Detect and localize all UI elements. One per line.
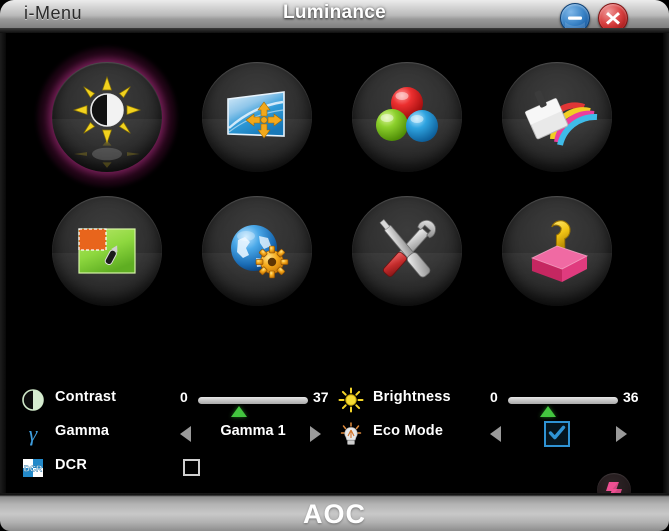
icon-disc — [52, 62, 162, 172]
contrast-label: Contrast — [55, 389, 117, 405]
menu-item-extra[interactable] — [191, 185, 323, 317]
menu-icon-grid — [6, 33, 663, 353]
icon-disc — [352, 62, 462, 172]
brightness-slider-track[interactable] — [508, 397, 618, 404]
brightness-sun-icon — [338, 387, 364, 413]
svg-text:DCR: DCR — [24, 464, 42, 474]
brightness-min-value: 0 — [490, 389, 498, 405]
menu-item-picture-boost[interactable] — [491, 51, 623, 183]
control-dcr: DCR DCR — [20, 453, 340, 483]
eco-mode-label: Eco Mode — [373, 423, 444, 439]
brightness-max-value: 36 — [623, 389, 639, 405]
gamma-prev-button[interactable] — [180, 426, 191, 442]
svg-text:γ: γ — [29, 421, 39, 446]
eco-mode-checkbox[interactable] — [544, 421, 570, 447]
gamma-value: Gamma 1 — [220, 423, 286, 439]
contrast-icon — [22, 389, 44, 411]
menu-item-color-setup[interactable] — [341, 51, 473, 183]
brightness-slider-knob[interactable] — [539, 406, 556, 417]
icon-disc — [502, 196, 612, 306]
window-shell: i-Menu Luminance Contrast 0 37 Brightnes… — [0, 0, 669, 531]
contrast-slider-track[interactable] — [198, 397, 308, 404]
osd-content-panel: Contrast 0 37 Brightness 0 36 γ Gamma Ga… — [6, 33, 663, 495]
eco-mode-next-button[interactable] — [616, 426, 627, 442]
reset-icon — [606, 482, 622, 495]
aoc-logo: AOC — [303, 499, 366, 529]
monitor-bezel: AOC — [0, 493, 669, 531]
gamma-label: Gamma — [55, 423, 110, 439]
reset-button[interactable] — [597, 473, 631, 495]
control-gamma: γ Gamma Gamma 1 — [20, 419, 340, 449]
icon-disc — [202, 62, 312, 172]
icon-disc — [352, 196, 462, 306]
check-icon — [548, 425, 566, 440]
gamma-next-button[interactable] — [310, 426, 321, 442]
control-panel: Contrast 0 37 Brightness 0 36 γ Gamma Ga… — [6, 351, 663, 495]
icon-disc — [202, 196, 312, 306]
eco-mode-bulb-icon — [340, 422, 362, 445]
menu-item-luminance[interactable] — [37, 47, 177, 187]
menu-item-exit[interactable] — [491, 185, 623, 317]
icon-disc — [52, 196, 162, 306]
contrast-slider-knob[interactable] — [230, 406, 247, 417]
right-bezel-rail — [663, 33, 669, 495]
menu-item-image-setup[interactable] — [191, 51, 323, 183]
contrast-min-value: 0 — [180, 389, 188, 405]
menu-item-tools[interactable] — [341, 185, 473, 317]
control-brightness: Brightness 0 36 — [338, 385, 658, 417]
gamma-icon: γ — [29, 421, 39, 446]
brightness-label: Brightness — [373, 389, 451, 405]
contrast-max-value: 37 — [313, 389, 329, 405]
dcr-label: DCR — [55, 457, 88, 473]
dcr-checkbox[interactable] — [183, 459, 200, 476]
eco-mode-prev-button[interactable] — [490, 426, 501, 442]
icon-disc — [502, 62, 612, 172]
imenu-window: i-Menu Luminance Contrast 0 37 Brightnes… — [0, 0, 669, 531]
control-eco-mode: Eco Mode — [338, 419, 658, 449]
menu-item-osd-setup[interactable] — [41, 185, 173, 317]
dcr-icon: DCR — [23, 459, 43, 477]
control-contrast: Contrast 0 37 — [20, 385, 340, 417]
